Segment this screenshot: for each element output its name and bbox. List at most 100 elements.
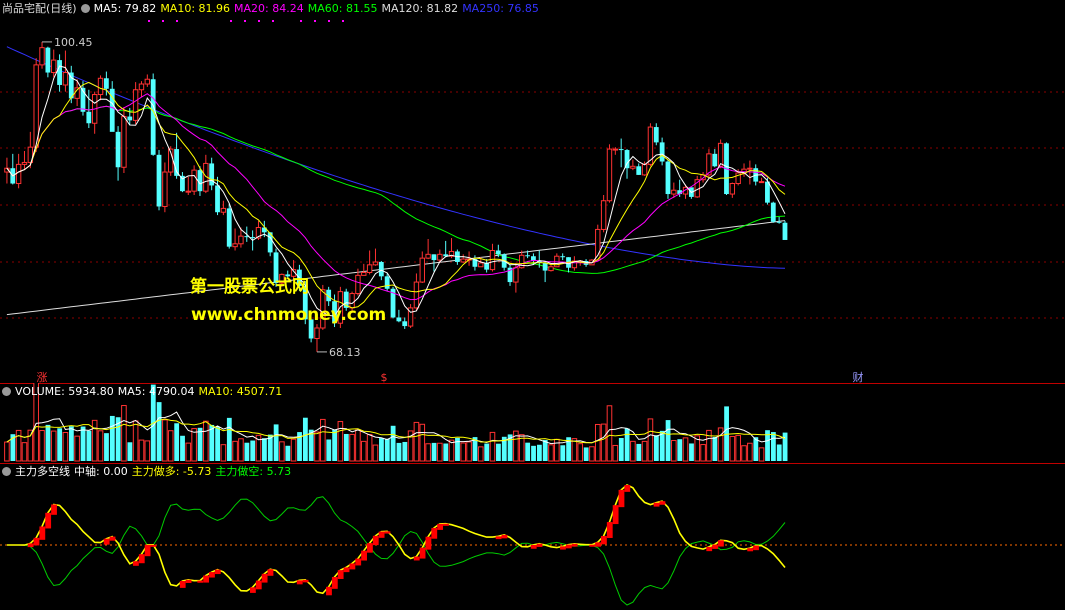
volume-bar [156, 402, 162, 461]
marker-dot [328, 20, 330, 22]
candle [51, 59, 57, 74]
candle [636, 166, 642, 175]
bull-rise-bar [565, 544, 572, 549]
volume-bar [729, 435, 736, 462]
candle [437, 253, 443, 261]
volume-bar [577, 443, 584, 462]
volume-bar [144, 440, 151, 462]
bull-rise-bar [45, 512, 52, 529]
volume-bar [583, 447, 589, 461]
volume-bar [531, 445, 536, 461]
candle [121, 116, 127, 168]
volume-bar [337, 421, 344, 462]
candle [770, 202, 776, 222]
bull-rise-bar [495, 536, 502, 540]
legend-item: MA60: 81.55 [307, 2, 378, 15]
settings-circle-icon[interactable] [2, 387, 11, 396]
bull-rise-bar [51, 504, 57, 515]
candle [57, 60, 62, 85]
volume-bar [437, 442, 443, 462]
volume-bar [180, 435, 185, 461]
candle [21, 161, 28, 165]
candle [729, 183, 736, 195]
candle [776, 221, 782, 223]
candle [226, 208, 232, 247]
volume-bar [209, 424, 215, 461]
candle [372, 261, 379, 266]
volume-bar [542, 440, 548, 461]
marker-dot [230, 20, 232, 22]
volume-bar [302, 417, 308, 461]
bull-rise-bar [337, 570, 344, 579]
volume-bar [86, 430, 92, 461]
bull-rise-bar [355, 558, 362, 566]
volume-bar [4, 441, 10, 462]
legend-item: VOLUME: 5934.80 [15, 385, 114, 398]
bull-rise-bar [443, 523, 449, 526]
bull-rise-bar [367, 543, 373, 553]
legend-item: MA20: 84.24 [234, 2, 304, 15]
candle [215, 185, 220, 213]
volume-bar [659, 430, 665, 461]
candle [238, 235, 244, 245]
volume-bar [419, 423, 426, 462]
volume-bar [57, 428, 63, 461]
candle [62, 72, 69, 86]
volume-bar [477, 446, 484, 462]
bull-rise-bar [419, 547, 426, 559]
bull-rise-bar [501, 534, 508, 539]
bull-rise-bar [261, 573, 268, 583]
candle [431, 254, 437, 261]
legend-item: 主力做空: 5.73 [215, 465, 292, 478]
candle [97, 77, 104, 96]
candle [612, 148, 619, 151]
volume-bar [174, 423, 180, 461]
candle [600, 200, 607, 230]
legend-item: 主力多空线 [15, 465, 70, 478]
candle [618, 149, 624, 151]
bull-rise-bar [624, 485, 631, 492]
marker-dot [148, 20, 150, 22]
candle [413, 281, 420, 309]
volume-bar [80, 426, 86, 461]
indicator-chart[interactable] [0, 463, 1065, 610]
volume-bar [379, 438, 384, 461]
bull-rise-bar [437, 523, 444, 530]
bull-rise-bar [214, 569, 221, 575]
bull-rise-bar [653, 502, 660, 507]
bull-rise-bar [296, 580, 303, 585]
bull-rise-bar [530, 544, 537, 549]
volume-pane[interactable]: VOLUME: 5934.80 MA5: 4790.04 MA10: 4507.71 [0, 383, 1065, 463]
price-chart[interactable]: 100.45 68.13 涨 $ 财 [0, 0, 1065, 383]
candle [86, 111, 92, 124]
bull-rise-bar [302, 579, 309, 583]
marker-dot [314, 20, 316, 22]
volume-bar [682, 437, 689, 462]
volume-bar [677, 439, 683, 461]
volume-bar [109, 415, 115, 461]
volume-bar [653, 435, 659, 461]
settings-circle-icon[interactable] [2, 467, 11, 476]
legend-item: MA250: 76.85 [462, 2, 539, 15]
volume-bar [238, 438, 244, 462]
volume-bar [589, 446, 595, 462]
candle [717, 142, 724, 167]
event-marker: 涨 [37, 371, 48, 383]
candle [15, 163, 22, 185]
volume-bar [127, 442, 133, 461]
volume-bar [250, 440, 256, 461]
price-pane[interactable]: 尚品宅配(日线) MA5: 79.82 MA10: 81.96 MA20: 84.24… [0, 0, 1065, 383]
indicator-pane[interactable]: 主力多空线 中轴: 0.00 主力做多: -5.73 主力做空: 5.73 [0, 463, 1065, 610]
marker-dot [300, 20, 302, 22]
candle [525, 255, 530, 257]
candle [548, 266, 554, 272]
candle [103, 78, 109, 89]
volume-bar [641, 440, 648, 462]
bull-rise-bar [39, 526, 46, 540]
candle [150, 79, 156, 155]
bull-rise-bar [209, 572, 215, 578]
volume-bar [594, 423, 601, 462]
marker-dot [342, 20, 344, 22]
settings-circle-icon[interactable] [80, 4, 90, 13]
volume-bar [39, 430, 45, 462]
